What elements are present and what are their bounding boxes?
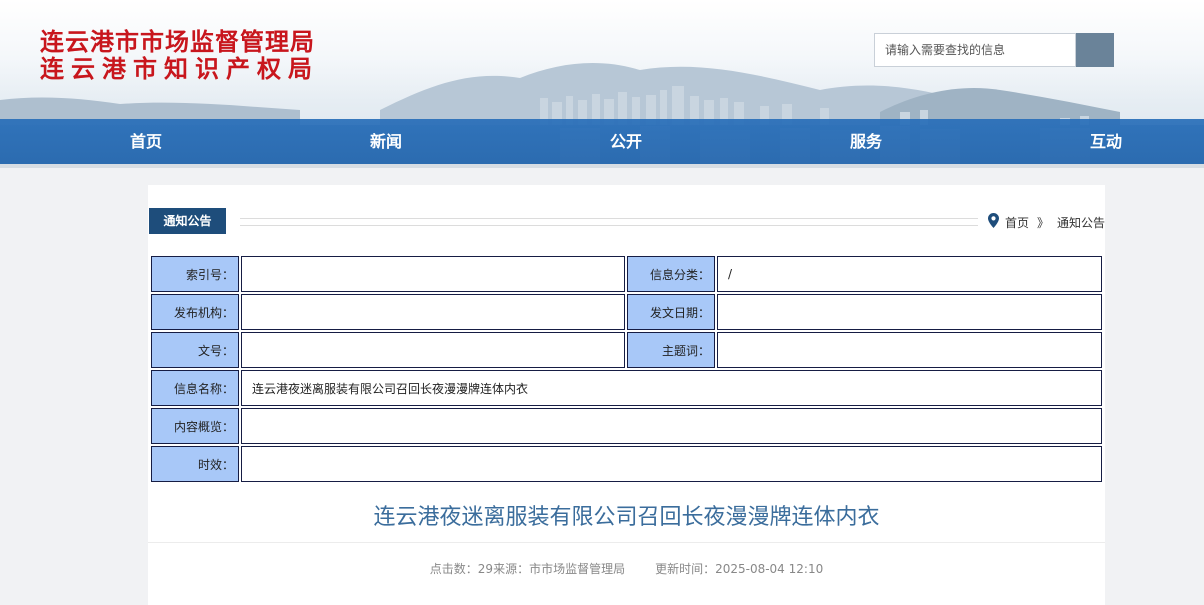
title-divider: [148, 542, 1105, 543]
meta-updated: 更新时间：2025-08-04 12:10: [655, 562, 824, 576]
table-row: 发布机构： 发文日期：: [151, 294, 1102, 330]
summary-value: [241, 408, 1102, 444]
breadcrumb: 首页 》 通知公告: [988, 213, 1105, 231]
search-bar: [874, 33, 1114, 67]
table-row: 信息名称： 连云港夜迷离服装有限公司召回长夜漫漫牌连体内衣: [151, 370, 1102, 406]
site-title[interactable]: 连云港市市场监督管理局 连云港市知识产权局: [40, 28, 319, 82]
search-button[interactable]: [1076, 33, 1114, 67]
section-divider: [240, 218, 978, 226]
search-input[interactable]: [874, 33, 1076, 67]
name-label: 信息名称：: [151, 370, 239, 406]
nav-item-news[interactable]: 新闻: [326, 119, 446, 164]
nav-item-interact[interactable]: 互动: [1046, 119, 1166, 164]
validity-value: [241, 446, 1102, 482]
breadcrumb-current[interactable]: 通知公告: [1057, 214, 1105, 231]
name-value: 连云港夜迷离服装有限公司召回长夜漫漫牌连体内衣: [241, 370, 1102, 406]
table-row: 索引号： 信息分类： /: [151, 256, 1102, 292]
breadcrumb-separator: 》: [1037, 215, 1050, 230]
table-row: 时效：: [151, 446, 1102, 482]
validity-label: 时效：: [151, 446, 239, 482]
section-tab[interactable]: 通知公告: [149, 208, 226, 234]
publisher-value: [241, 294, 625, 330]
keywords-value: [717, 332, 1102, 368]
content-panel: 通知公告 首页 》 通知公告 索引号： 信息分类： / 发布机构： 发文日期： …: [148, 185, 1105, 605]
location-pin-icon: [988, 213, 999, 231]
nav-item-service[interactable]: 服务: [806, 119, 926, 164]
doc-no-value: [241, 332, 625, 368]
summary-label: 内容概览：: [151, 408, 239, 444]
site-title-line2: 连云港市知识产权局: [40, 54, 319, 83]
keywords-label: 主题词：: [627, 332, 715, 368]
index-label: 索引号：: [151, 256, 239, 292]
date-value: [717, 294, 1102, 330]
breadcrumb-home[interactable]: 首页: [1005, 214, 1029, 231]
section-header: 通知公告 首页 》 通知公告: [148, 208, 1105, 236]
table-row: 内容概览：: [151, 408, 1102, 444]
site-title-line1: 连云港市市场监督管理局: [40, 27, 315, 56]
main-nav: 首页 新闻 公开 服务 互动: [0, 119, 1204, 164]
article-title: 连云港夜迷离服装有限公司召回长夜漫漫牌连体内衣: [373, 505, 880, 530]
nav-item-home[interactable]: 首页: [86, 119, 206, 164]
publisher-label: 发布机构：: [151, 294, 239, 330]
table-row: 文号： 主题词：: [151, 332, 1102, 368]
doc-no-label: 文号：: [151, 332, 239, 368]
meta-clicks: 点击数：29: [429, 562, 494, 576]
meta-source: 来源：市市场监督管理局: [493, 562, 626, 576]
index-value: [241, 256, 625, 292]
header-banner: 连云港市市场监督管理局 连云港市知识产权局 首页 新闻 公开 服务 互动: [0, 0, 1204, 168]
nav-item-public[interactable]: 公开: [566, 119, 686, 164]
category-label: 信息分类：: [627, 256, 715, 292]
info-table: 索引号： 信息分类： / 发布机构： 发文日期： 文号： 主题词： 信息名称： …: [149, 254, 1104, 484]
category-value: /: [717, 256, 1102, 292]
date-label: 发文日期：: [627, 294, 715, 330]
article-meta: 点击数：29来源：市市场监督管理局 更新时间：2025-08-04 12:10: [148, 560, 1105, 577]
